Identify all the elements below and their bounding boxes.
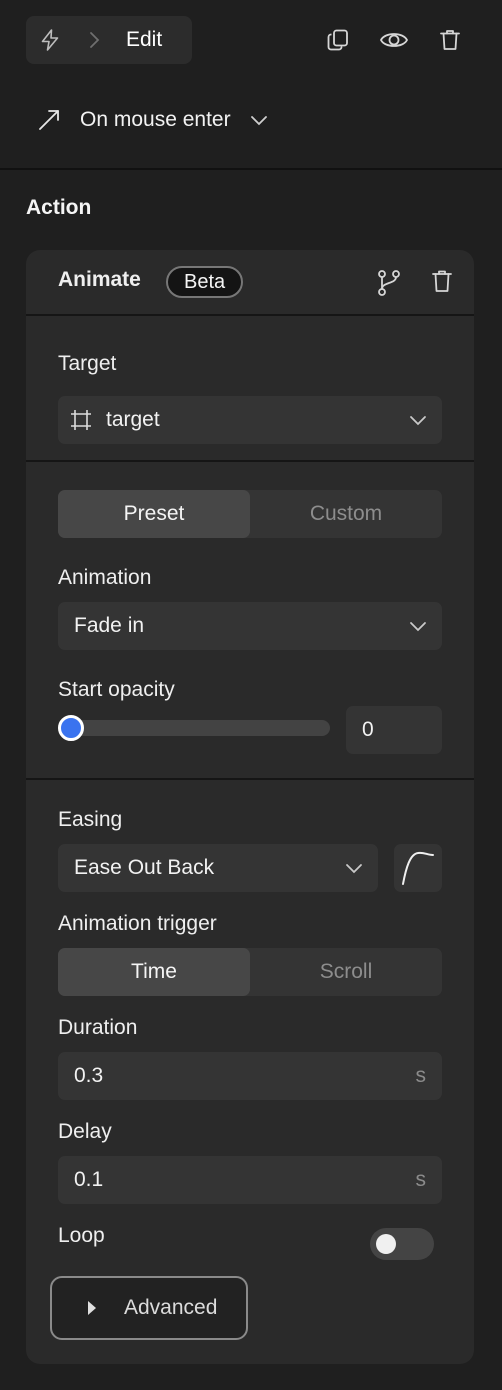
easing-value: Ease Out Back xyxy=(74,856,215,879)
caret-right-icon xyxy=(86,1300,98,1316)
divider xyxy=(26,460,474,462)
breadcrumb[interactable]: Edit xyxy=(26,16,192,64)
animation-select[interactable]: Fade in xyxy=(58,602,442,650)
trigger-select[interactable]: On mouse enter xyxy=(36,102,269,138)
tab-custom[interactable]: Custom xyxy=(250,490,442,538)
toggle-knob xyxy=(376,1234,396,1254)
tab-preset[interactable]: Preset xyxy=(58,490,250,538)
duration-value: 0.3 xyxy=(74,1064,104,1087)
frame-icon xyxy=(70,409,92,431)
bolt-icon xyxy=(38,28,62,52)
section-title: Action xyxy=(26,196,92,219)
easing-curve-icon xyxy=(400,850,436,886)
chevron-down-icon xyxy=(408,410,428,430)
easing-select[interactable]: Ease Out Back xyxy=(58,844,378,892)
chevron-right-icon xyxy=(84,30,104,50)
tab-time[interactable]: Time xyxy=(58,948,250,996)
trash-icon xyxy=(438,28,462,52)
target-label: Target xyxy=(58,352,117,375)
branch-button[interactable] xyxy=(374,268,404,298)
start-opacity-label: Start opacity xyxy=(58,678,175,701)
beta-badge: Beta xyxy=(166,266,244,298)
delay-unit: s xyxy=(415,1168,427,1191)
delay-label: Delay xyxy=(58,1120,112,1143)
duration-field[interactable]: 0.3 s xyxy=(58,1052,442,1100)
delete-action-button[interactable] xyxy=(430,268,458,296)
divider xyxy=(26,314,474,316)
easing-label: Easing xyxy=(58,808,123,831)
chevron-down-icon xyxy=(408,616,428,636)
loop-toggle[interactable] xyxy=(370,1228,434,1260)
target-select[interactable]: target xyxy=(58,396,442,444)
target-value: target xyxy=(106,408,160,431)
card-title: Animate xyxy=(58,268,141,291)
breadcrumb-label: Edit xyxy=(126,28,163,51)
delay-value: 0.1 xyxy=(74,1168,104,1191)
eye-icon xyxy=(379,28,409,52)
animation-trigger-label: Animation trigger xyxy=(58,912,217,935)
chevron-down-icon xyxy=(344,858,364,878)
cursor-arrow-icon xyxy=(36,107,62,133)
duplicate-button[interactable] xyxy=(324,26,352,54)
preview-button[interactable] xyxy=(378,26,410,54)
chevron-down-icon xyxy=(249,110,269,130)
advanced-button[interactable]: Advanced xyxy=(50,1276,248,1340)
advanced-label: Advanced xyxy=(124,1296,218,1319)
delete-button[interactable] xyxy=(436,26,464,54)
animation-value: Fade in xyxy=(74,614,145,637)
divider xyxy=(26,778,474,780)
opacity-slider-thumb[interactable] xyxy=(58,715,84,741)
loop-label: Loop xyxy=(58,1224,105,1247)
trash-icon xyxy=(430,268,458,294)
duration-label: Duration xyxy=(58,1016,138,1039)
tab-scroll[interactable]: Scroll xyxy=(250,948,442,996)
animation-trigger-toggle: Time Scroll xyxy=(58,948,442,996)
animation-label: Animation xyxy=(58,566,152,589)
duplicate-icon xyxy=(326,28,350,52)
easing-curve-button[interactable] xyxy=(394,844,442,892)
git-branch-icon xyxy=(374,268,404,298)
trigger-label: On mouse enter xyxy=(80,108,231,131)
divider xyxy=(0,168,502,170)
animation-mode-toggle: Preset Custom xyxy=(58,490,442,538)
animate-action-card: Animate Beta Target target Preset Custom… xyxy=(26,250,474,1364)
delay-field[interactable]: 0.1 s xyxy=(58,1156,442,1204)
duration-unit: s xyxy=(415,1064,427,1087)
opacity-input[interactable]: 0 xyxy=(346,706,442,754)
opacity-slider-track[interactable] xyxy=(62,720,330,736)
